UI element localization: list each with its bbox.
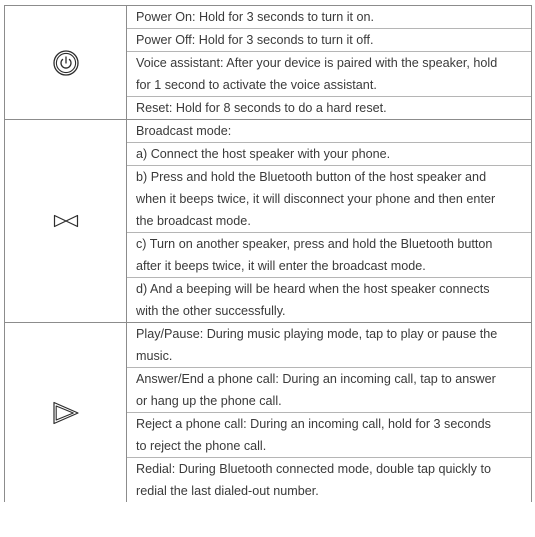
text-line: d) And a beeping will be heard when the … xyxy=(136,282,490,296)
broadcast-group: Broadcast mode: a) Connect the host spea… xyxy=(4,120,532,323)
broadcast-rows: Broadcast mode: a) Connect the host spea… xyxy=(127,120,532,322)
text-line: the broadcast mode. xyxy=(136,214,251,228)
play-rows: Play/Pause: During music playing mode, t… xyxy=(127,323,532,502)
text-line: to reject the phone call. xyxy=(136,439,267,453)
text-line: c) Turn on another speaker, press and ho… xyxy=(136,237,493,251)
list-item: Reject a phone call: During an incoming … xyxy=(127,413,531,458)
text-line: Voice assistant: After your device is pa… xyxy=(136,56,498,70)
list-item: Power On: Hold for 3 seconds to turn it … xyxy=(127,6,531,29)
list-item: Play/Pause: During music playing mode, t… xyxy=(127,323,531,368)
play-icon xyxy=(52,401,79,424)
list-item: c) Turn on another speaker, press and ho… xyxy=(127,233,531,278)
text-line: music. xyxy=(136,349,173,363)
text-line: redial the last dialed-out number. xyxy=(136,484,319,498)
text-line: b) Press and hold the Bluetooth button o… xyxy=(136,170,487,184)
list-item: Answer/End a phone call: During an incom… xyxy=(127,368,531,413)
text-line: Reset: Hold for 8 seconds to do a hard r… xyxy=(136,101,387,115)
text-line: Broadcast mode: xyxy=(136,124,232,138)
text-line: Power Off: Hold for 3 seconds to turn it… xyxy=(136,33,374,47)
list-item: Power Off: Hold for 3 seconds to turn it… xyxy=(127,29,531,52)
power-group: Power On: Hold for 3 seconds to turn it … xyxy=(4,6,532,120)
text-line: when it beeps twice, it will disconnect … xyxy=(136,192,496,206)
instructions-table: Power On: Hold for 3 seconds to turn it … xyxy=(4,5,532,502)
text-line: for 1 second to activate the voice assis… xyxy=(136,78,377,92)
text-line: Answer/End a phone call: During an incom… xyxy=(136,372,496,386)
list-item: Voice assistant: After your device is pa… xyxy=(127,52,531,97)
broadcast-icon xyxy=(53,214,78,228)
text-line: with the other successfully. xyxy=(136,304,286,318)
list-item: b) Press and hold the Bluetooth button o… xyxy=(127,166,531,233)
list-item: d) And a beeping will be heard when the … xyxy=(127,278,531,322)
list-item: Reset: Hold for 8 seconds to do a hard r… xyxy=(127,97,531,119)
text-line: Redial: During Bluetooth connected mode,… xyxy=(136,462,491,476)
text-line: Power On: Hold for 3 seconds to turn it … xyxy=(136,10,375,24)
list-item: a) Connect the host speaker with your ph… xyxy=(127,143,531,166)
power-icon xyxy=(52,49,79,76)
list-item: Redial: During Bluetooth connected mode,… xyxy=(127,458,531,502)
text-line: Reject a phone call: During an incoming … xyxy=(136,417,491,431)
play-icon-cell xyxy=(4,323,127,502)
broadcast-icon-cell xyxy=(4,120,127,322)
text-line: after it beeps twice, it will enter the … xyxy=(136,259,426,273)
power-icon-cell xyxy=(4,6,127,119)
text-line: a) Connect the host speaker with your ph… xyxy=(136,147,391,161)
text-line: or hang up the phone call. xyxy=(136,394,282,408)
play-group: Play/Pause: During music playing mode, t… xyxy=(4,323,532,502)
power-rows: Power On: Hold for 3 seconds to turn it … xyxy=(127,6,532,119)
text-line: Play/Pause: During music playing mode, t… xyxy=(136,327,498,341)
list-item: Broadcast mode: xyxy=(127,120,531,143)
